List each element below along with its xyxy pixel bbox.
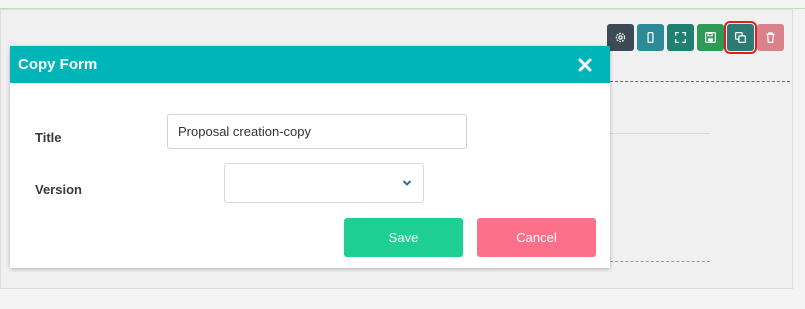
version-label: Version xyxy=(35,182,82,197)
delete-form-button[interactable] xyxy=(757,24,784,51)
chevron-down-icon xyxy=(402,180,412,186)
copy-form-button[interactable] xyxy=(724,21,757,54)
version-select[interactable] xyxy=(224,163,424,203)
dashed-divider xyxy=(610,81,790,82)
save-button[interactable]: Save xyxy=(344,218,463,257)
save-form-button[interactable] xyxy=(697,24,724,51)
copy-icon xyxy=(735,32,746,43)
title-label: Title xyxy=(35,130,62,145)
expand-icon xyxy=(674,31,687,44)
gear-icon xyxy=(615,32,626,43)
save-icon xyxy=(705,32,716,43)
mobile-view-button[interactable] xyxy=(637,24,664,51)
modal-title: Copy Form xyxy=(18,56,98,73)
close-icon xyxy=(578,58,592,71)
fullscreen-button[interactable] xyxy=(667,24,694,51)
settings-button[interactable] xyxy=(607,24,634,51)
close-button[interactable] xyxy=(578,58,592,72)
form-toolbar xyxy=(607,21,784,54)
title-input[interactable] xyxy=(167,114,467,149)
copy-form-modal: Copy Form Title Version Save Cancel xyxy=(10,46,610,268)
background-divider xyxy=(610,133,710,134)
mobile-icon xyxy=(647,32,654,43)
modal-header: Copy Form xyxy=(10,46,610,83)
trash-icon xyxy=(766,32,775,43)
cancel-button[interactable]: Cancel xyxy=(477,218,596,257)
dashed-divider-bottom xyxy=(610,261,710,262)
